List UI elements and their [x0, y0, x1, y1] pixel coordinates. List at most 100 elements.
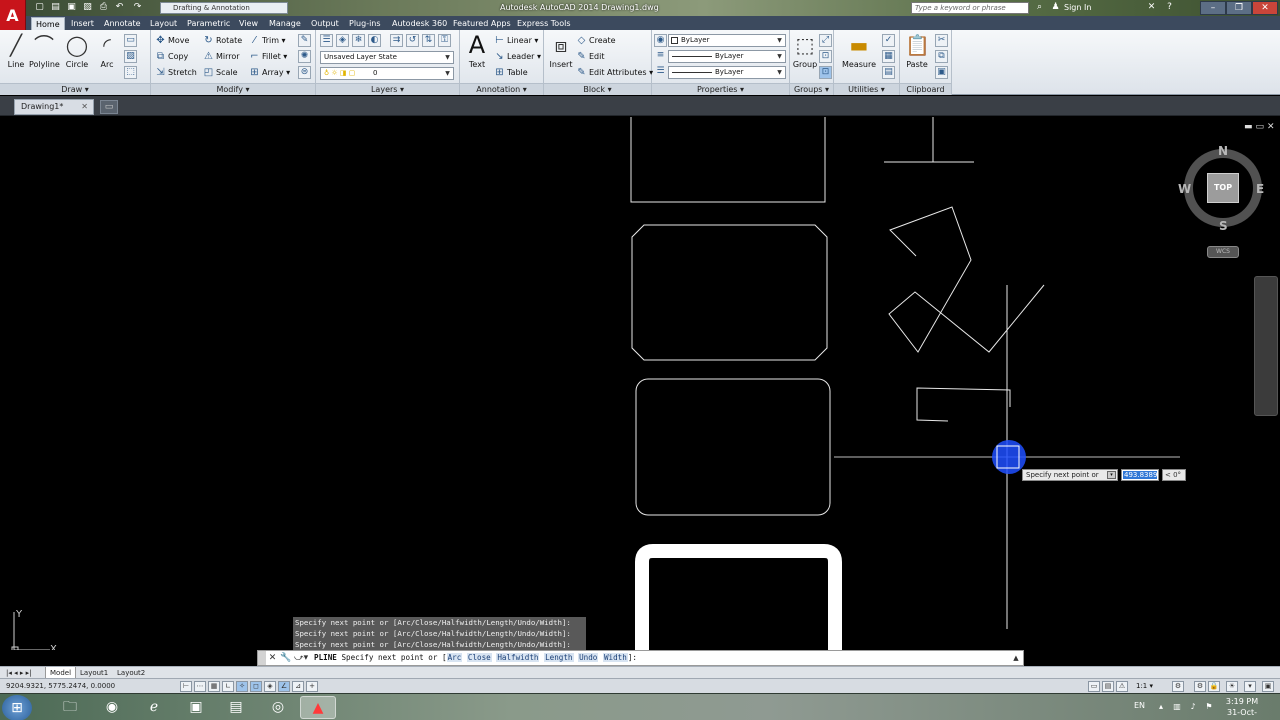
lock-icon[interactable]: 🔒 — [1208, 681, 1220, 692]
options-arrow-icon[interactable]: ▾ — [1107, 471, 1116, 479]
line-button[interactable]: ╱ Line — [1, 33, 31, 73]
object-snap-tracking-icon[interactable]: ∠ — [278, 681, 290, 692]
layer-match-icon[interactable]: ⇉ — [390, 34, 403, 47]
group-select-icon[interactable]: ⊡ — [819, 66, 832, 79]
zigzag-polyline[interactable] — [888, 206, 1045, 353]
internet-explorer-icon[interactable]: ℯ — [136, 696, 172, 719]
leader-button[interactable]: ↘ Leader ▾ — [494, 50, 541, 64]
option-arc[interactable]: Arc — [446, 653, 463, 662]
user-icon[interactable]: ♟ — [1050, 2, 1061, 13]
network-icon[interactable]: ▥ — [1172, 702, 1182, 712]
firefox-icon[interactable]: ◉ — [94, 696, 130, 719]
layer-freeze-icon[interactable]: ❄ — [352, 34, 365, 47]
command-line[interactable]: ✕ 🔧 ⤻▾ PLINE Specify next point or [Arc … — [257, 650, 1024, 666]
layer-properties-icon[interactable]: ☰ — [320, 34, 333, 47]
compass-north[interactable]: N — [1218, 145, 1228, 157]
volume-icon[interactable]: ♪ — [1188, 702, 1198, 712]
wcs-menu[interactable]: WCS — [1207, 246, 1239, 258]
properties-panel-title[interactable]: Properties ▾ — [652, 83, 789, 95]
arc-button[interactable]: ◜ Arc — [92, 33, 122, 73]
tab-annotate[interactable]: Annotate — [100, 17, 145, 30]
status-menu-icon[interactable]: ▾ — [1244, 681, 1256, 692]
tab-manage[interactable]: Manage — [265, 17, 305, 30]
start-button[interactable]: ⊞ — [2, 695, 32, 720]
command-line-grip[interactable] — [258, 651, 266, 665]
layer-lock-icon[interactable]: ⚿ — [438, 34, 451, 47]
auto-scale-icon[interactable]: ⚙ — [1172, 681, 1184, 692]
clipboard-panel-title[interactable]: Clipboard — [900, 83, 951, 95]
layers-panel-title[interactable]: Layers ▾ — [316, 83, 459, 95]
boundary-icon[interactable]: ⬚ — [124, 66, 137, 79]
annotation-scale[interactable]: 1:1 ▾ — [1136, 681, 1153, 692]
layer-walk-icon[interactable]: ⇅ — [422, 34, 435, 47]
draw-panel-title[interactable]: Draw ▾ — [0, 83, 150, 95]
close-button[interactable]: ✕ — [1252, 1, 1278, 15]
option-halfwidth[interactable]: Halfwidth — [496, 653, 540, 662]
polar-tracking-icon[interactable]: ✧ — [236, 681, 248, 692]
trim-button[interactable]: ⁄ Trim ▾ — [249, 34, 286, 48]
chevron-up-icon[interactable]: ▲ — [1011, 652, 1021, 664]
block-panel-title[interactable]: Block ▾ — [544, 83, 651, 95]
match-properties-icon[interactable]: ◉ — [654, 34, 667, 47]
control-panel-icon[interactable]: ▣ — [178, 696, 214, 719]
isolate-objects-icon[interactable]: ☀ — [1226, 681, 1238, 692]
application-menu-button[interactable]: A — [0, 0, 26, 30]
erase-icon[interactable]: ✎ — [298, 34, 311, 47]
measure-button[interactable]: ▬ Measure — [842, 33, 876, 73]
rotate-button[interactable]: ↻ Rotate — [203, 34, 242, 48]
id-point-icon[interactable]: ▤ — [882, 66, 895, 79]
autocad-taskbar-icon[interactable]: ▲ — [300, 696, 336, 719]
workspace-switch-icon[interactable]: ⚙ — [1194, 681, 1206, 692]
group-edit-icon[interactable]: ⊡ — [819, 50, 832, 63]
file-tab-drawing1[interactable]: Drawing1* ✕ — [14, 99, 94, 115]
distance-input[interactable]: 493.8389 — [1121, 469, 1159, 481]
tab-layout[interactable]: Layout — [146, 17, 181, 30]
paste-button[interactable]: 📋 Paste — [902, 33, 932, 73]
grid-display-icon[interactable]: ▦ — [208, 681, 220, 692]
tab-express-tools[interactable]: Express Tools — [513, 17, 575, 30]
workspace-select[interactable]: Drafting & Annotation — [160, 2, 288, 14]
scale-button[interactable]: ◰ Scale — [203, 66, 238, 80]
ungroup-icon[interactable]: ⤢ — [819, 34, 832, 47]
clean-screen-icon[interactable]: ▣ — [1262, 681, 1274, 692]
new-tab-button[interactable]: ▭ — [100, 100, 118, 114]
tab-view[interactable]: View — [235, 17, 262, 30]
close-icon[interactable]: ✕ — [267, 652, 278, 664]
lineweight-select[interactable]: ByLayer ▼ — [668, 66, 786, 79]
recent-commands-icon[interactable]: ⤻▾ — [294, 652, 308, 664]
rectangle-top[interactable] — [630, 117, 826, 203]
tab-plugins[interactable]: Plug-ins — [345, 17, 385, 30]
save-icon[interactable]: ▣ — [66, 2, 77, 13]
tab-featured-apps[interactable]: Featured Apps — [449, 17, 515, 30]
rounded-rectangle[interactable] — [635, 378, 831, 516]
insert-block-button[interactable]: ⧈ Insert — [546, 33, 576, 73]
layer-previous-icon[interactable]: ↺ — [406, 34, 419, 47]
object-snap-icon[interactable]: ◻ — [250, 681, 262, 692]
navigation-bar[interactable] — [1254, 276, 1278, 416]
minimize-button[interactable]: – — [1200, 1, 1226, 15]
ortho-mode-icon[interactable]: ∟ — [222, 681, 234, 692]
binoculars-icon[interactable]: ⌕ — [1034, 2, 1045, 13]
copy-clip-icon[interactable]: ⧉ — [935, 50, 948, 63]
plot-icon[interactable]: ⎙ — [98, 2, 109, 13]
wrench-icon[interactable]: 🔧 — [280, 652, 291, 664]
new-icon[interactable]: ▢ — [34, 2, 45, 13]
open-icon[interactable]: ▤ — [50, 2, 61, 13]
tab-output[interactable]: Output — [307, 17, 343, 30]
calculator-icon[interactable]: ▦ — [882, 50, 895, 63]
viewcube-top-face[interactable]: TOP — [1207, 173, 1239, 203]
annotation-panel-title[interactable]: Annotation ▾ — [460, 83, 543, 95]
option-length[interactable]: Length — [544, 653, 574, 662]
tab-autodesk-360[interactable]: Autodesk 360 — [388, 17, 451, 30]
flag-icon[interactable]: ⚑ — [1204, 702, 1214, 712]
text-button[interactable]: A Text — [462, 33, 492, 73]
drawing-canvas[interactable]: Y X — [0, 117, 1280, 650]
circle-button[interactable]: ◯ Circle — [62, 33, 92, 73]
tab-parametric[interactable]: Parametric — [183, 17, 234, 30]
layer-state-select[interactable]: Unsaved Layer State ▼ — [320, 51, 454, 64]
redo-icon[interactable]: ↷ — [132, 2, 143, 13]
utilities-panel-title[interactable]: Utilities ▾ — [834, 83, 899, 95]
create-block-button[interactable]: ◇ Create — [576, 34, 616, 48]
viewcube[interactable]: N S E W TOP — [1178, 145, 1266, 232]
layer-select[interactable]: ♁ ☼ ◨ ▢ 0 ▼ — [320, 67, 454, 80]
